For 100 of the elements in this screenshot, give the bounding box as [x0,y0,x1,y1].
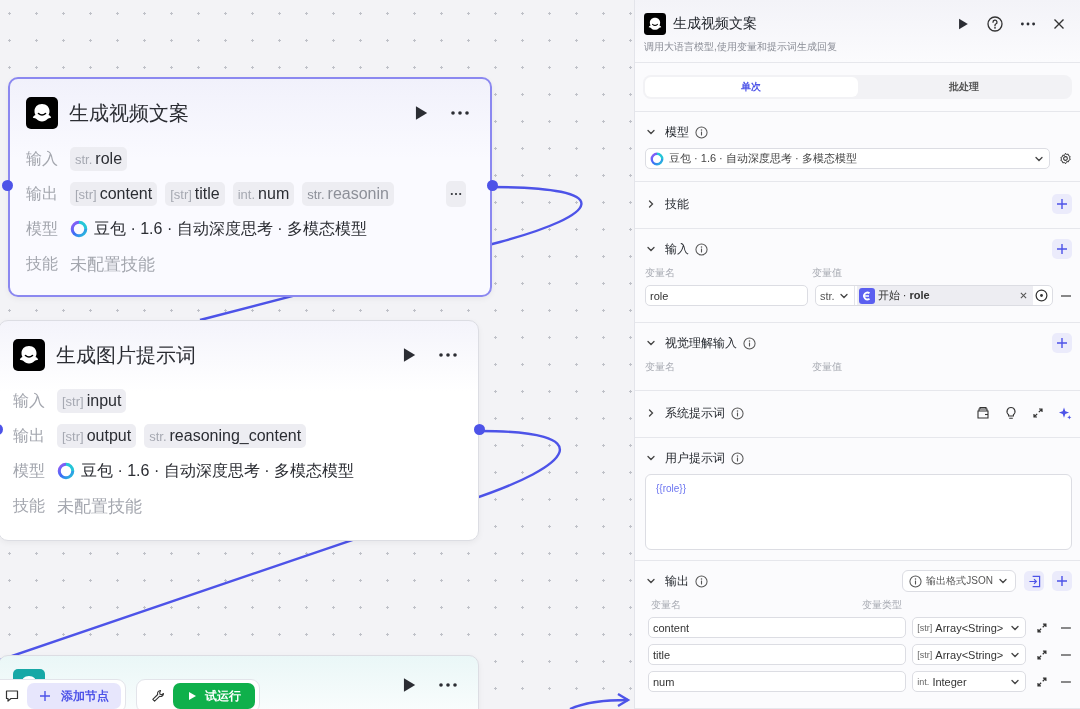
column-header: 变量名 [645,360,676,374]
panel-title: 生成视频文案 [673,15,757,33]
variable-tag: int. num [232,182,295,206]
more-icon[interactable] [438,352,458,358]
add-button[interactable] [1052,239,1072,259]
row-label: 模型 [13,460,46,481]
target-icon[interactable] [1035,289,1048,302]
model-name: 豆包 · 1.6 · 自动深度思考 · 多模态模型 [81,460,354,481]
settings-icon[interactable] [1059,152,1072,165]
prompt-editor[interactable]: {{role}} [645,474,1072,550]
import-button[interactable] [1024,571,1044,591]
node-title: 生成视频文案 [69,100,189,126]
section-title[interactable]: 输入 [665,240,689,258]
more-icon[interactable] [450,110,470,116]
variable-tag: str. role [70,147,128,171]
tab[interactable]: 批处理 [857,77,1070,97]
type-select[interactable]: [str] Array<String> [912,644,1027,665]
info-icon[interactable] [743,336,756,350]
more-icon[interactable] [450,191,462,197]
variable-name-field[interactable]: content [648,617,907,638]
row-label: 输入 [26,148,59,169]
section-title[interactable]: 视觉理解输入 [665,334,737,352]
empty-value: 未配置技能 [57,495,142,518]
section-title[interactable]: 模型 [665,123,689,141]
section-title[interactable]: 输出 [665,572,689,590]
type-select[interactable]: str. [816,286,855,305]
sparkle-icon[interactable] [1058,406,1072,420]
section-title[interactable]: 技能 [665,195,689,213]
format-dropdown[interactable]: 输出格式JSON [902,570,1016,592]
plus-icon [1056,198,1068,210]
variable-tag: [str] content [70,182,158,206]
info-icon[interactable] [695,125,708,139]
expand-icon[interactable] [1032,407,1044,419]
column-header: 变量值 [812,266,843,280]
variable-tag: [str] title [165,182,225,206]
expand-icon[interactable] [1036,621,1049,634]
port-dot[interactable] [487,180,498,191]
more-icon[interactable] [1020,21,1036,27]
empty-value: 未配置技能 [70,253,155,276]
variable-tag: [str] input [57,389,127,413]
connector-arrow [569,692,631,709]
type-select[interactable]: [str] Array<String> [912,617,1027,638]
column-header: 变量名 [651,598,682,612]
wrench-icon[interactable] [151,689,165,703]
add-node-button[interactable]: 添加节点 [27,683,121,709]
variable-tag: [str] output [57,424,137,448]
plus-icon [1056,337,1068,349]
add-button[interactable] [1052,194,1072,214]
plus-icon [1056,575,1068,587]
more-icon[interactable] [438,682,458,688]
reference-tag: 开始 · role [856,286,1033,305]
variable-name-field[interactable]: title [648,644,907,665]
row-label: 技能 [13,495,46,516]
section-title[interactable]: 用户提示词 [665,449,725,467]
expand-icon[interactable] [1036,648,1049,661]
model-select[interactable]: 豆包 · 1.6 · 自动深度思考 · 多模态模型 [645,148,1050,169]
column-header: 变量类型 [861,598,903,612]
comment-icon[interactable] [5,689,19,703]
tab[interactable]: 单次 [645,77,858,97]
ghost-icon [644,13,666,35]
row-label: 技能 [26,253,59,274]
ring-icon [57,462,75,480]
library-icon[interactable] [976,406,990,420]
column-header: 变量名 [645,266,676,280]
model-name: 豆包 · 1.6 · 自动深度思考 · 多模态模型 [94,218,367,239]
row-label: 模型 [26,218,59,239]
variable-name-field[interactable]: num [648,671,907,692]
add-button[interactable] [1052,333,1072,353]
info-icon[interactable] [731,406,744,420]
ring-icon [70,220,88,238]
section-title[interactable]: 系统提示词 [665,404,725,422]
variable-tag: str. reasonin [302,182,394,206]
close-icon[interactable] [1053,18,1065,30]
help-icon[interactable] [987,16,1003,32]
import-icon [1027,574,1041,588]
plus-icon [1056,243,1068,255]
more-button[interactable] [446,181,466,207]
port-dot[interactable] [474,424,485,435]
play-icon [187,691,197,701]
clear-icon[interactable] [1020,292,1027,299]
row-label: 输出 [13,425,46,446]
add-button[interactable] [1052,571,1072,591]
info-icon[interactable] [695,574,708,588]
play-icon[interactable] [956,17,970,31]
port-dot[interactable] [2,180,13,191]
row-label: 输出 [26,183,59,204]
panel-description: 调用大语言模型,使用变量和提示词生成回复 [644,40,838,54]
info-icon [909,574,923,588]
info-icon[interactable] [695,242,708,256]
variable-tag: str. reasoning_content [144,424,307,448]
variable-name-field[interactable]: role [645,285,808,306]
info-icon[interactable] [731,451,744,465]
type-select[interactable]: int. Integer [912,671,1027,692]
workflow-node[interactable]: 生成图片提示词 输入 [str] input 输出 [str] output str. reasoning_content 模型 豆包 · 1.6 · 自动深度思考 · 多模态模型 技能 未配置技能 [0,320,479,541]
lightbulb-icon[interactable] [1004,406,1018,420]
expand-icon[interactable] [1036,675,1049,688]
start-node-icon [858,287,875,304]
workflow-node[interactable]: 生成视频文案 输入 str. role 输出 [str] content [str] title int. num str. reasonin 模型 豆包 · 1.6 · 自动深度思考 · 多模态模型 技能 未配置技能 [8,77,492,297]
row-label: 输入 [13,390,46,411]
variable-value-field[interactable]: str. 开始 · role [815,285,1053,306]
